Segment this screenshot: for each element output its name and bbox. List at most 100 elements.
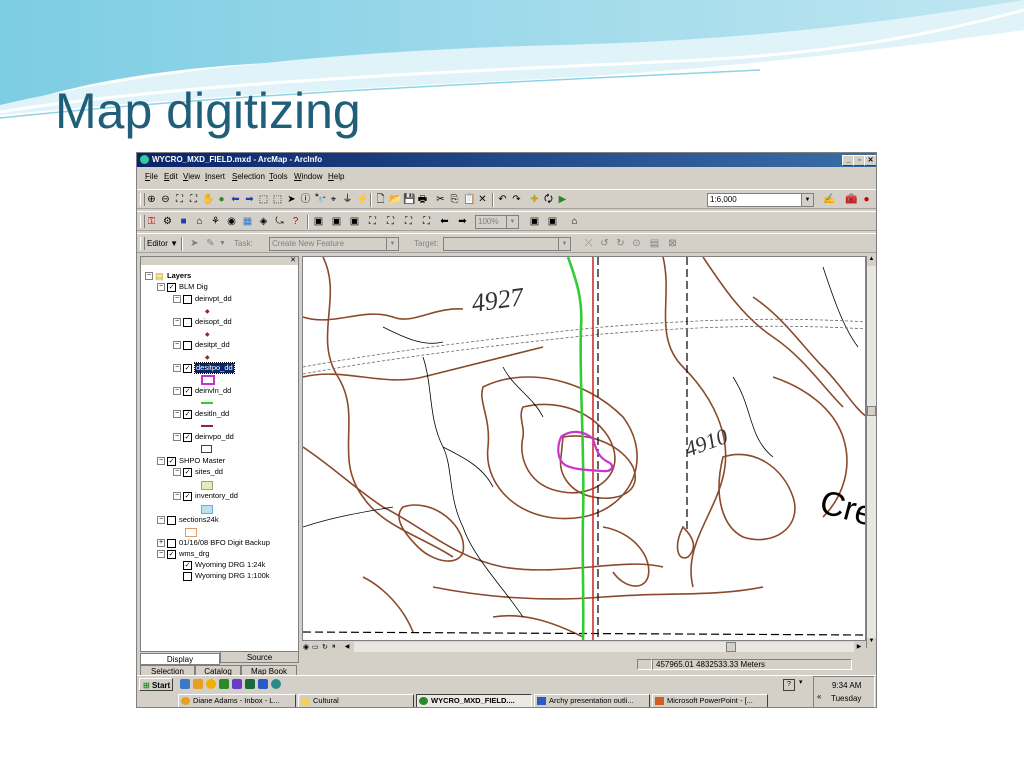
menu-view[interactable]: View xyxy=(183,172,200,181)
previous-extent-icon[interactable]: ⬅ xyxy=(439,216,450,227)
target-combo[interactable]: ▼ xyxy=(443,237,571,251)
print-icon[interactable]: 🖶 xyxy=(417,194,428,205)
editor-toolbar-icon[interactable]: 🗘 xyxy=(543,194,554,205)
globe-tool-icon[interactable]: ◉ xyxy=(226,216,237,227)
taskbar-item-powerpoint[interactable]: Microsoft PowerPoint - [... xyxy=(652,694,768,707)
zoom-100-icon[interactable]: ⛶ xyxy=(403,216,414,227)
menu-file[interactable]: File xyxy=(145,172,158,181)
scroll-right-icon[interactable]: ▶ xyxy=(854,642,864,652)
refresh-icon[interactable]: ↻ xyxy=(322,643,328,651)
layer-checkbox[interactable] xyxy=(167,539,176,548)
layer-checkbox[interactable]: ✓ xyxy=(183,468,192,477)
task-combo[interactable]: Create New Feature ▼ xyxy=(269,237,399,251)
horizontal-scroll-track[interactable] xyxy=(354,642,854,652)
menu-tools[interactable]: Tools xyxy=(269,172,288,181)
close-button[interactable]: ✕ xyxy=(864,155,876,166)
undo-icon[interactable]: ↶ xyxy=(497,194,508,205)
rotate-tool-icon[interactable]: ↺ xyxy=(599,238,610,249)
clear-selection-icon[interactable]: ⬚ xyxy=(272,194,283,205)
collapse-icon[interactable]: − xyxy=(145,272,153,280)
editor-icon[interactable]: ✍ xyxy=(823,194,835,205)
help-icon[interactable]: ? xyxy=(290,216,301,227)
data-view-icon[interactable]: ◉ xyxy=(303,643,309,651)
chevron-down-icon[interactable]: ▼ xyxy=(217,238,228,249)
split-tool-icon[interactable]: ⤫ xyxy=(583,238,594,249)
back-icon[interactable]: ⬅ xyxy=(230,194,241,205)
collapse-icon[interactable]: − xyxy=(173,468,181,476)
fixed-zoom-page-icon[interactable]: ⛶ xyxy=(367,216,378,227)
zoom-percent-combo[interactable]: 100% ▼ xyxy=(475,215,519,229)
globe-app-icon[interactable] xyxy=(271,679,281,689)
help-icon[interactable]: ? xyxy=(783,679,795,691)
taskbar-item-arcmap[interactable]: WYCRO_MXD_FIELD.... xyxy=(416,694,532,707)
cut-icon[interactable]: ✂ xyxy=(435,194,446,205)
next-extent-icon[interactable]: ➡ xyxy=(457,216,468,227)
page-extent-icon[interactable]: ⛶ xyxy=(421,216,432,227)
focus-data-frame-icon[interactable]: ▣ xyxy=(547,216,558,227)
outlook-icon[interactable] xyxy=(193,679,203,689)
zoom-out-icon[interactable]: ⊖ xyxy=(160,194,171,205)
open-icon[interactable]: 📂 xyxy=(389,194,401,205)
model-icon[interactable]: ⌂ xyxy=(194,216,205,227)
scroll-thumb[interactable] xyxy=(726,642,736,652)
taskbar-item-word[interactable]: Archy presentation outli... xyxy=(534,694,650,707)
layer-checkbox[interactable]: ✓ xyxy=(183,492,192,501)
chevron-down-icon[interactable]: ▼ xyxy=(386,238,398,250)
layer-checkbox[interactable]: ✓ xyxy=(183,387,192,396)
copy-icon[interactable]: ⎘ xyxy=(449,194,460,205)
layer-icon[interactable]: ◈ xyxy=(258,216,269,227)
scroll-up-icon[interactable]: ▲ xyxy=(867,256,876,266)
full-extent-icon[interactable]: ● xyxy=(216,194,227,205)
map-display[interactable]: 4927 Cre 4910 xyxy=(302,256,866,641)
toolbar-grip[interactable] xyxy=(140,215,145,228)
measure-icon[interactable]: ⏚ xyxy=(342,194,353,205)
scroll-left-icon[interactable]: ◀ xyxy=(342,642,352,652)
excel-icon[interactable] xyxy=(245,679,255,689)
select-features-icon[interactable]: ⬚ xyxy=(258,194,269,205)
layout-icon[interactable]: ⌂ xyxy=(569,216,580,227)
grid-icon[interactable]: ▦ xyxy=(242,216,253,227)
geoprocessing-icon[interactable]: ⚘ xyxy=(210,216,221,227)
site-polygon[interactable] xyxy=(557,430,614,473)
add-data-icon[interactable]: ✚ xyxy=(529,194,540,205)
menu-help[interactable]: Help xyxy=(328,172,344,181)
layer-checkbox[interactable] xyxy=(183,295,192,304)
edit-tool-icon[interactable]: ➤ xyxy=(189,238,200,249)
layer-checkbox[interactable] xyxy=(183,572,192,581)
menu-edit[interactable]: Edit xyxy=(164,172,178,181)
zoom-in-page-icon[interactable]: ▣ xyxy=(331,216,342,227)
chevron-down-icon[interactable]: ▼ xyxy=(506,216,518,228)
editor-menu[interactable]: Editor ▼ xyxy=(147,239,178,248)
ie-icon[interactable] xyxy=(180,679,190,689)
collapse-icon[interactable]: − xyxy=(173,492,181,500)
layer-checkbox[interactable]: ✓ xyxy=(183,410,192,419)
taskbar-item-cultural[interactable]: Cultural xyxy=(298,694,414,707)
identify-icon[interactable]: ⓘ xyxy=(300,194,311,205)
layer-checkbox[interactable]: ✓ xyxy=(167,550,176,559)
fixed-zoom-out-icon[interactable]: ⛶ xyxy=(188,194,199,205)
word-icon[interactable] xyxy=(258,679,268,689)
error-inspector-icon[interactable]: ⊠ xyxy=(667,238,678,249)
redo-icon[interactable]: ↷ xyxy=(511,194,522,205)
go-to-xy-icon[interactable]: ⌖ xyxy=(328,194,339,205)
collapse-icon[interactable]: − xyxy=(173,295,181,303)
fixed-zoom-page-out-icon[interactable]: ⛶ xyxy=(385,216,396,227)
layer-checkbox[interactable]: ✓ xyxy=(183,433,192,442)
whats-this-icon[interactable]: ▶ xyxy=(557,194,568,205)
map-scale-combo[interactable]: 1:6,000 ▼ xyxy=(707,193,814,207)
layer-checkbox[interactable]: ✓ xyxy=(167,283,176,292)
collapse-icon[interactable]: − xyxy=(173,318,181,326)
collapse-icon[interactable]: − xyxy=(157,550,165,558)
collapse-icon[interactable]: − xyxy=(157,457,165,465)
collapse-icon[interactable]: − xyxy=(157,516,165,524)
scroll-thumb[interactable] xyxy=(867,406,876,416)
attribute-table-icon[interactable]: ▤ xyxy=(649,238,660,249)
select-elements-icon[interactable]: ➤ xyxy=(286,194,297,205)
lock-icon[interactable]: ⚿ xyxy=(146,216,157,227)
zoom-out-page-icon[interactable]: ▣ xyxy=(349,216,360,227)
taskbar-item-inbox[interactable]: Diane Adams - Inbox - L... xyxy=(178,694,296,707)
toolbar-grip[interactable] xyxy=(140,193,145,206)
fixed-zoom-in-icon[interactable]: ⛶ xyxy=(174,194,185,205)
forward-icon[interactable]: ➡ xyxy=(244,194,255,205)
new-icon[interactable]: 🗋 xyxy=(375,194,386,205)
